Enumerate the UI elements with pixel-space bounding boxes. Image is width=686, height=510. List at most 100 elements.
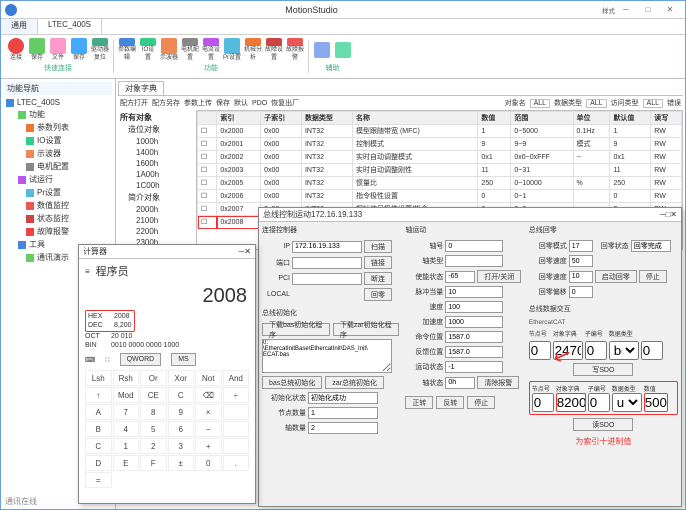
calc-ms[interactable]: MS — [171, 353, 196, 366]
units-input[interactable] — [445, 286, 503, 298]
tree-falarm[interactable]: 故障报警 — [4, 225, 112, 238]
pci-input[interactable] — [292, 273, 362, 285]
calc-key[interactable]: 5 — [140, 421, 167, 437]
clrerr-btn[interactable]: 清除报警 — [477, 376, 519, 389]
calc-bin[interactable]: 0010 0000 0000 1000 — [111, 342, 179, 349]
rb-current[interactable]: 电流设置 — [202, 38, 220, 62]
calc-key[interactable]: × — [195, 404, 222, 420]
rb-scope[interactable]: 示波器 — [160, 38, 178, 62]
calc-hex[interactable]: 2008 — [114, 313, 130, 320]
keypad-icon[interactable]: ⌨ — [85, 356, 95, 364]
calc-key[interactable]: . — [223, 455, 250, 471]
calc-key[interactable]: C — [168, 387, 195, 403]
rb-fault[interactable]: 故障设置 — [265, 38, 283, 62]
table-row[interactable]: ☐0x20010x00INT32控制模式99~9模式9RW — [198, 138, 682, 151]
zarinit-btn[interactable]: 下载zar初始化程序 — [333, 323, 399, 336]
calc-key[interactable]: 4 — [113, 421, 140, 437]
stop-btn[interactable]: 停止 — [639, 270, 667, 283]
writesdo-btn[interactable]: 写SDO — [573, 363, 633, 376]
circspeed2[interactable] — [569, 271, 593, 283]
tab-device[interactable]: LTEC_400S — [38, 19, 102, 34]
tree-params[interactable]: 参数列表 — [4, 121, 112, 134]
r-node[interactable] — [532, 393, 554, 412]
rb-io[interactable]: IO设置 — [139, 38, 157, 62]
acc-input[interactable] — [445, 316, 503, 328]
calc-key[interactable]: Not — [195, 370, 222, 386]
close-icon[interactable]: ✕ — [659, 3, 681, 17]
calc-key[interactable]: − — [195, 421, 222, 437]
fwd-btn[interactable]: 正转 — [405, 396, 433, 409]
calc-key[interactable]: 9 — [168, 404, 195, 420]
rb-save[interactable]: 保存 — [28, 38, 46, 62]
scan-btn[interactable]: 扫描 — [364, 240, 392, 253]
bus-titlebar[interactable]: 总线控制运动172.16.19.133 ─ □ ✕ — [259, 208, 681, 222]
table-row[interactable]: ☐0x20020x00INT32实时自动调整模式0x10x0~0xFFF--0x… — [198, 151, 682, 164]
calc-key[interactable]: 3 — [168, 438, 195, 454]
close-icon[interactable]: ✕ — [670, 210, 677, 219]
bits-icon[interactable]: ∷ — [105, 356, 109, 364]
calc-key[interactable]: D — [85, 455, 112, 471]
tab-general[interactable]: 通用 — [1, 19, 38, 34]
r-dict[interactable] — [556, 393, 586, 412]
minimize-icon[interactable]: ─ — [615, 3, 637, 17]
calc-key[interactable]: Lsh — [85, 370, 112, 386]
calc-key[interactable] — [223, 421, 250, 437]
calc-key[interactable]: + — [195, 438, 222, 454]
basinit-btn[interactable]: 下载bas初始化程序 — [262, 323, 330, 336]
filter-dtype[interactable]: ALL — [586, 99, 606, 108]
calc-key[interactable]: B — [85, 421, 112, 437]
axis-input[interactable] — [445, 240, 503, 252]
calc-key[interactable]: 0 — [195, 455, 222, 471]
tree-device[interactable]: LTEC_400S — [4, 97, 112, 108]
content-tab-objdict[interactable]: 对象字典 — [118, 81, 164, 95]
rb-alarm[interactable]: 故障报警 — [286, 38, 304, 62]
maximize-icon[interactable]: □ — [637, 3, 659, 17]
rb-aux1[interactable] — [313, 38, 331, 62]
rb-motor[interactable]: 电机配置 — [181, 38, 199, 62]
calc-key[interactable]: = — [85, 472, 112, 488]
calc-key[interactable]: ÷ — [223, 387, 250, 403]
onoff-btn[interactable]: 打开/关闭 — [477, 270, 521, 283]
calc-key[interactable]: F — [140, 455, 167, 471]
axtype-input[interactable] — [445, 255, 503, 267]
calc-key[interactable]: 1 — [113, 438, 140, 454]
readsdo-btn[interactable]: 读SDO — [573, 418, 633, 431]
calc-dec[interactable]: 8,200 — [114, 322, 132, 329]
port-input[interactable] — [292, 257, 362, 269]
tree-scope[interactable]: 示波器 — [4, 147, 112, 160]
rb-connect[interactable]: 连接 — [7, 38, 25, 62]
calc-key[interactable]: 2 — [140, 438, 167, 454]
calc-key[interactable]: ↑ — [85, 387, 112, 403]
tree-trial[interactable]: 试运行 — [4, 173, 112, 186]
calc-key[interactable]: Mod — [113, 387, 140, 403]
rb-save2[interactable]: 保存 — [70, 38, 88, 62]
calc-key[interactable]: ± — [168, 455, 195, 471]
circmode[interactable] — [569, 240, 593, 252]
calc-key[interactable] — [223, 438, 250, 454]
tree-statmon[interactable]: 状态监控 — [4, 212, 112, 225]
rst-btn[interactable]: 回零 — [364, 288, 392, 301]
calc-key[interactable]: Xor — [168, 370, 195, 386]
calc-oct[interactable]: 20 010 — [111, 333, 132, 340]
tree-pr[interactable]: Pr设置 — [4, 186, 112, 199]
circoff[interactable] — [569, 286, 593, 298]
r-dtype[interactable]: uint32 — [612, 393, 642, 412]
calc-key[interactable]: 7 — [113, 404, 140, 420]
speed-input[interactable] — [445, 301, 503, 313]
calc-key[interactable]: E — [113, 455, 140, 471]
tree-nummon[interactable]: 数值监控 — [4, 199, 112, 212]
table-row[interactable]: ☐0x20000x00INT32模型跟随带宽 (MFC)10~50000.1Hz… — [198, 125, 682, 138]
close-icon[interactable]: ✕ — [244, 247, 251, 256]
tree-func[interactable]: 功能 — [4, 108, 112, 121]
table-row[interactable]: ☐0x20050x00INT32惯量比2500~10000%250RW — [198, 177, 682, 190]
ip-input[interactable] — [292, 241, 362, 253]
rb-file[interactable]: 文件 — [49, 38, 67, 62]
initcode[interactable]: 0: \EthercatInitBase\EthercatInit\DAS_In… — [262, 339, 392, 373]
disc-btn[interactable]: 断连 — [364, 272, 392, 285]
filter-access[interactable]: ALL — [643, 99, 663, 108]
circspeed[interactable] — [569, 255, 593, 267]
mode-label[interactable]: 样式 — [602, 5, 615, 15]
filter-objname[interactable]: ALL — [530, 99, 550, 108]
stop2-btn[interactable]: 停止 — [467, 396, 495, 409]
calc-qword[interactable]: QWORD — [120, 353, 162, 366]
